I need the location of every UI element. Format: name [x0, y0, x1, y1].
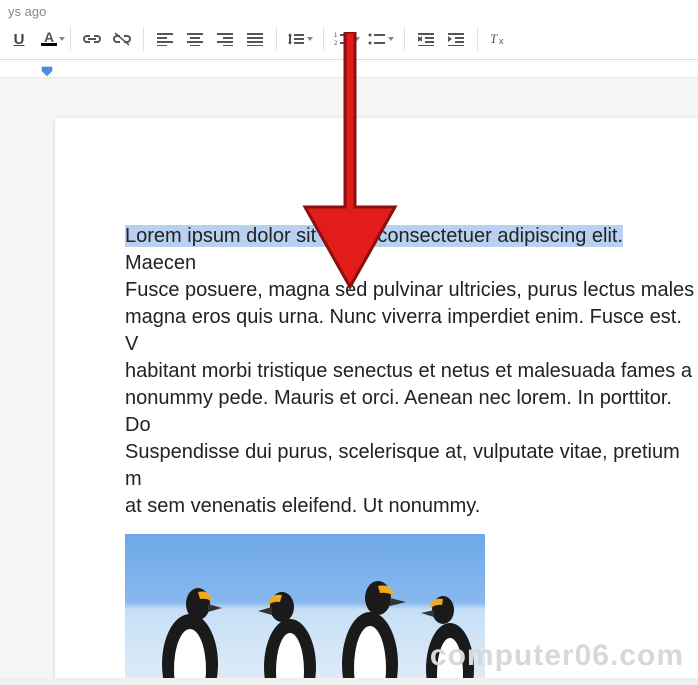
- align-justify-button[interactable]: [240, 25, 270, 53]
- align-center-icon: [187, 32, 203, 46]
- body-text[interactable]: Suspendisse dui purus, scelerisque at, v…: [125, 441, 680, 490]
- align-left-icon: [157, 32, 173, 46]
- separator: [404, 27, 405, 51]
- body-text[interactable]: magna eros quis urna. Nunc viverra imper…: [125, 306, 682, 355]
- remove-link-button[interactable]: [107, 25, 137, 53]
- align-right-button[interactable]: [210, 25, 240, 53]
- svg-text:x: x: [499, 36, 504, 46]
- indent-marker-icon[interactable]: [40, 66, 54, 78]
- formatting-toolbar: U A 12: [0, 19, 698, 60]
- ruler: [0, 60, 698, 78]
- numbered-list-icon: 12: [334, 32, 352, 46]
- increase-indent-button[interactable]: [441, 25, 471, 53]
- separator: [276, 27, 277, 51]
- selected-text[interactable]: Lorem ipsum dolor sit amet, consectetuer…: [125, 225, 623, 247]
- align-justify-icon: [247, 32, 263, 46]
- align-right-icon: [217, 32, 233, 46]
- separator: [70, 27, 71, 51]
- document-page[interactable]: Lorem ipsum dolor sit amet, consectetuer…: [55, 118, 698, 678]
- bulleted-list-button[interactable]: [364, 25, 398, 53]
- numbered-list-button[interactable]: 12: [330, 25, 364, 53]
- decrease-indent-button[interactable]: [411, 25, 441, 53]
- body-text[interactable]: habitant morbi tristique senectus et net…: [125, 360, 692, 382]
- insert-link-button[interactable]: [77, 25, 107, 53]
- body-text[interactable]: Maecen: [125, 252, 196, 274]
- link-icon: [83, 32, 101, 46]
- document-canvas: Lorem ipsum dolor sit amet, consectetuer…: [0, 78, 698, 678]
- body-text[interactable]: Fusce posuere, magna sed pulvinar ultric…: [125, 279, 694, 301]
- body-text[interactable]: nonummy pede. Mauris et orci. Aenean nec…: [125, 387, 672, 436]
- align-left-button[interactable]: [150, 25, 180, 53]
- unlink-icon: [113, 32, 131, 46]
- chevron-down-icon: [307, 37, 313, 41]
- line-spacing-button[interactable]: [283, 25, 317, 53]
- align-center-button[interactable]: [180, 25, 210, 53]
- last-edit-fragment: ys ago: [8, 4, 46, 19]
- separator: [143, 27, 144, 51]
- svg-text:1: 1: [334, 33, 338, 39]
- text-color-button[interactable]: A: [34, 25, 64, 53]
- document-image[interactable]: [125, 534, 485, 678]
- header-subtitle: ys ago: [0, 0, 698, 19]
- increase-indent-icon: [448, 32, 464, 46]
- svg-text:T: T: [490, 32, 498, 46]
- bulleted-list-icon: [368, 32, 386, 46]
- line-spacing-icon: [287, 32, 305, 46]
- underline-button[interactable]: U: [4, 25, 34, 53]
- decrease-indent-icon: [418, 32, 434, 46]
- svg-text:2: 2: [334, 41, 338, 46]
- document-paragraph[interactable]: Lorem ipsum dolor sit amet, consectetuer…: [125, 223, 698, 520]
- chevron-down-icon: [354, 37, 360, 41]
- clear-formatting-button[interactable]: Tx: [484, 25, 514, 53]
- chevron-down-icon: [388, 37, 394, 41]
- clear-formatting-icon: Tx: [490, 32, 508, 46]
- penguins-image-icon: [125, 534, 485, 678]
- underline-icon: U: [14, 31, 25, 48]
- separator: [477, 27, 478, 51]
- chevron-down-icon: [59, 37, 65, 41]
- separator: [323, 27, 324, 51]
- body-text[interactable]: at sem venenatis eleifend. Ut nonummy.: [125, 495, 480, 517]
